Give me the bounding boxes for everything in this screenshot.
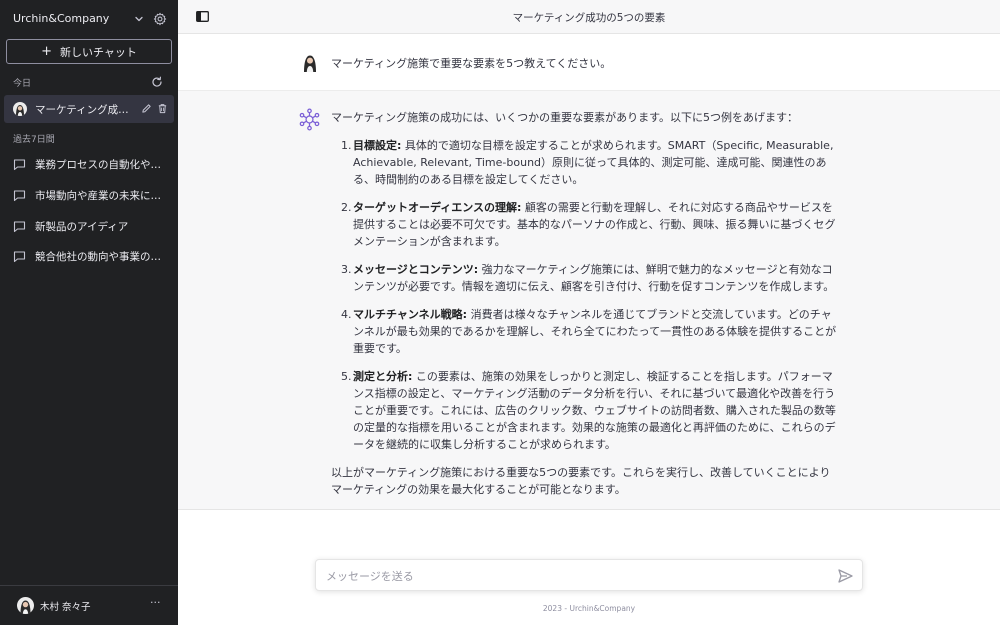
chevron-down-icon[interactable] bbox=[133, 13, 145, 25]
list-item: 4. マルチチャンネル戦略: 消費者は様々なチャンネルを通じてブランドと交流してい… bbox=[331, 306, 841, 357]
chat-item[interactable]: 新製品のアイディア bbox=[4, 212, 174, 240]
list-item-title: マルチチャンネル戦略: bbox=[353, 308, 468, 321]
sidebar-header: Urchin&Company bbox=[0, 0, 178, 38]
list-number: 1. bbox=[341, 139, 352, 152]
bot-icon bbox=[299, 108, 320, 131]
footer-copyright: 2023 - Urchin&Company bbox=[542, 604, 636, 613]
conversation-title: マーケティング成功の5つの要素 bbox=[512, 12, 666, 24]
send-icon[interactable] bbox=[838, 569, 853, 583]
assistant-outro: 以上がマーケティング施策における重要な5つの要素です。これらを実行し、改善してい… bbox=[331, 466, 831, 496]
chat-item-label: 競合他社の動向や事業の多角化 bbox=[35, 250, 163, 263]
list-item-title: 目標設定: bbox=[353, 139, 402, 152]
section-label-today: 今日 bbox=[13, 79, 32, 89]
message-composer bbox=[315, 559, 863, 591]
user-message-text: マーケティング施策で重要な要素を5つ教えてください。 bbox=[331, 57, 612, 70]
plus-icon: + bbox=[41, 44, 52, 59]
chat-item[interactable]: 業務プロセスの自動化やタスク管理 bbox=[4, 150, 174, 178]
list-item-title: 測定と分析: bbox=[353, 370, 413, 383]
chat-bubble-icon bbox=[13, 158, 26, 170]
assistant-intro: マーケティング施策の成功には、いくつかの重要な要素があります。以下に5つ例をあげ… bbox=[331, 111, 799, 124]
pencil-icon[interactable] bbox=[141, 103, 152, 114]
chat-item[interactable]: 市場動向や産業の未来に関する分析 bbox=[4, 181, 174, 209]
list-item: 3. メッセージとコンテンツ: 強力なマーケティング施策には、鮮明で魅力的なメッセ… bbox=[331, 261, 841, 295]
top-bar: マーケティング成功の5つの要素 bbox=[178, 0, 1000, 34]
chat-bubble-icon bbox=[13, 220, 26, 232]
list-item-title: メッセージとコンテンツ: bbox=[353, 263, 479, 276]
new-chat-button[interactable]: + 新しいチャット bbox=[6, 39, 172, 64]
sidebar: Urchin&Company + 新しいチャット 今日 マーケティング成功の5つ… bbox=[0, 0, 178, 625]
chat-bubble-icon bbox=[13, 189, 26, 201]
list-number: 3. bbox=[341, 263, 352, 276]
chat-item-label: 新製品のアイディア bbox=[35, 220, 129, 233]
chat-item-active[interactable]: マーケティング成功の5つの要素 bbox=[4, 95, 174, 123]
user-menu[interactable]: 木村 奈々子 ··· bbox=[0, 585, 178, 625]
chat-bubble-icon bbox=[13, 250, 26, 262]
list-item: 1. 目標設定: 具体的で適切な目標を設定することが求められます。SMART（Sp… bbox=[331, 137, 841, 188]
list-number: 4. bbox=[341, 308, 352, 321]
avatar bbox=[300, 52, 320, 72]
assistant-message-content: マーケティング施策の成功には、いくつかの重要な要素があります。以下に5つ例をあげ… bbox=[331, 109, 841, 498]
list-number: 5. bbox=[341, 370, 352, 383]
list-item: 5. 測定と分析: この要素は、施策の効果をしっかりと測定し、検証することを指しま… bbox=[331, 368, 841, 453]
list-item-title: ターゲットオーディエンスの理解: bbox=[353, 201, 522, 214]
assistant-message: マーケティング施策の成功には、いくつかの重要な要素があります。以下に5つ例をあげ… bbox=[178, 91, 1000, 510]
chat-item-label: 業務プロセスの自動化やタスク管理 bbox=[35, 158, 163, 171]
new-chat-label: 新しいチャット bbox=[60, 45, 137, 59]
user-name: 木村 奈々子 bbox=[40, 602, 91, 613]
element-list: 1. 目標設定: 具体的で適切な目標を設定することが求められます。SMART（Sp… bbox=[331, 137, 841, 453]
gear-icon[interactable] bbox=[153, 12, 167, 26]
avatar bbox=[13, 102, 27, 116]
section-label-past-7-days: 過去7日間 bbox=[13, 135, 55, 145]
chat-item-label: 市場動向や産業の未来に関する分析 bbox=[35, 189, 163, 202]
list-item: 2. ターゲットオーディエンスの理解: 顧客の需要と行動を理解し、それに対応する商… bbox=[331, 199, 841, 250]
more-options-icon[interactable]: ··· bbox=[150, 596, 161, 609]
trash-icon[interactable] bbox=[157, 103, 168, 114]
workspace-name[interactable]: Urchin&Company bbox=[13, 12, 109, 25]
message-input[interactable] bbox=[326, 568, 826, 584]
user-message: マーケティング施策で重要な要素を5つ教えてください。 bbox=[178, 34, 1000, 91]
avatar bbox=[17, 597, 34, 614]
chat-item[interactable]: 競合他社の動向や事業の多角化 bbox=[4, 242, 174, 270]
list-number: 2. bbox=[341, 201, 352, 214]
list-item-body: この要素は、施策の効果をしっかりと測定し、検証することを指します。パフォーマンス… bbox=[353, 370, 836, 451]
list-item-body: 具体的で適切な目標を設定することが求められます。SMART（Specific, … bbox=[353, 139, 834, 186]
chat-item-label: マーケティング成功の5つの要素 bbox=[35, 103, 131, 116]
refresh-icon[interactable] bbox=[151, 76, 163, 88]
